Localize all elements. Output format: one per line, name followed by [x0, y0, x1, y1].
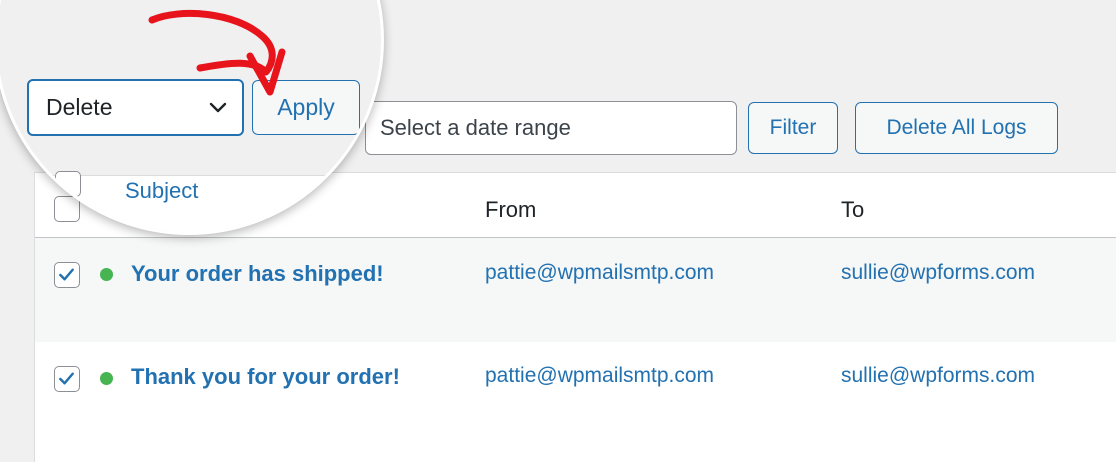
- row-subject-link[interactable]: Your order has shipped!: [131, 261, 384, 287]
- row-checkbox[interactable]: [54, 262, 80, 288]
- column-header-from[interactable]: From: [485, 197, 536, 223]
- delete-all-logs-button[interactable]: Delete All Logs: [855, 102, 1058, 154]
- checkmark-icon: [59, 372, 74, 385]
- magnified-area: Subject Delete Apply: [3, 3, 381, 232]
- row-subject-link[interactable]: Thank you for your order!: [131, 364, 400, 390]
- table-row: Thank you for your order! pattie@wpmails…: [35, 342, 1116, 462]
- row-to-email[interactable]: sullie@wpforms.com: [841, 261, 1035, 285]
- magnifier-callout: Subject Delete Apply: [0, 0, 384, 235]
- row-to-email[interactable]: sullie@wpforms.com: [841, 364, 1035, 388]
- magnified-table-header: [37, 175, 381, 232]
- checkmark-icon: [59, 268, 74, 281]
- filter-button[interactable]: Filter: [748, 102, 838, 154]
- row-from-email[interactable]: pattie@wpmailsmtp.com: [485, 261, 714, 285]
- status-dot-icon: [100, 372, 113, 385]
- date-range-input[interactable]: [365, 101, 737, 155]
- bulk-action-selected-value: Delete: [46, 94, 113, 120]
- column-header-subject[interactable]: Subject: [125, 178, 198, 204]
- status-dot-icon: [100, 268, 113, 281]
- apply-button[interactable]: Apply: [252, 80, 360, 135]
- select-all-checkbox[interactable]: [55, 171, 81, 197]
- row-checkbox[interactable]: [54, 366, 80, 392]
- table-row: Your order has shipped! pattie@wpmailsmt…: [35, 238, 1116, 342]
- chevron-down-icon: [209, 102, 227, 113]
- bulk-action-select[interactable]: Delete: [27, 79, 244, 136]
- row-from-email[interactable]: pattie@wpmailsmtp.com: [485, 364, 714, 388]
- column-header-to[interactable]: To: [841, 197, 864, 223]
